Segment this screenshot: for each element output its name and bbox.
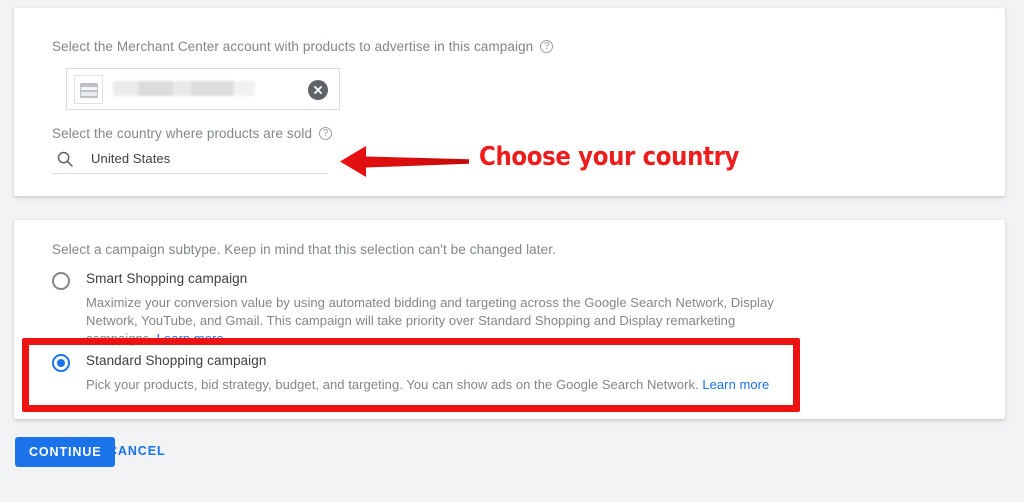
merchant-account-selected-chip[interactable] xyxy=(66,68,340,110)
country-value-text: United States xyxy=(91,151,171,166)
store-placeholder-icon xyxy=(74,75,103,104)
subtype-option-standard-shopping-title: Standard Shopping campaign xyxy=(86,353,267,368)
callout-text-annotation: Choose your country xyxy=(479,142,740,172)
learn-more-link-smart[interactable]: Learn more xyxy=(157,331,224,346)
subtype-option-standard-shopping-description: Pick your products, bid strategy, budget… xyxy=(86,376,806,394)
radio-standard-shopping[interactable] xyxy=(52,354,70,372)
radio-smart-shopping[interactable] xyxy=(52,272,70,290)
learn-more-link-standard[interactable]: Learn more xyxy=(702,377,769,392)
help-circle-icon[interactable] xyxy=(540,40,554,53)
merchant-account-value xyxy=(113,81,255,96)
country-label-text: Select the country where products are so… xyxy=(52,126,313,141)
close-circle-icon[interactable] xyxy=(308,80,328,100)
campaign-subtype-hint: Select a campaign subtype. Keep in mind … xyxy=(52,242,556,257)
standard-description-text: Pick your products, bid strategy, budget… xyxy=(86,377,699,392)
merchant-account-label: Select the Merchant Center account with … xyxy=(52,39,554,54)
campaign-setup-page: Select the Merchant Center account with … xyxy=(0,0,1024,502)
continue-button[interactable]: CONTINUE xyxy=(15,437,116,467)
country-search-input[interactable]: United States xyxy=(52,146,328,174)
subtype-option-smart-shopping-description: Maximize your conversion value by using … xyxy=(86,294,791,348)
merchant-account-label-text: Select the Merchant Center account with … xyxy=(52,39,534,54)
help-circle-icon-country[interactable] xyxy=(319,127,333,140)
country-label: Select the country where products are so… xyxy=(52,126,333,141)
cancel-button[interactable]: CANCEL xyxy=(108,444,165,458)
search-icon xyxy=(56,150,74,168)
subtype-option-smart-shopping-title: Smart Shopping campaign xyxy=(86,271,248,286)
